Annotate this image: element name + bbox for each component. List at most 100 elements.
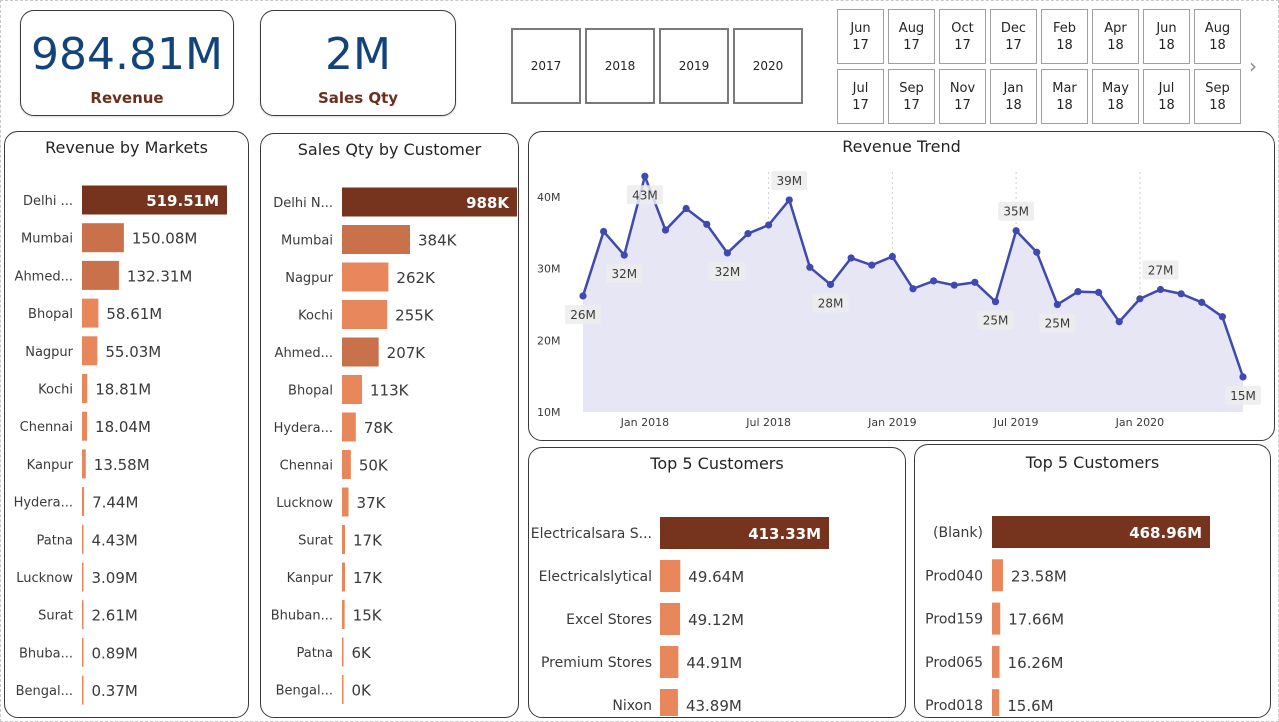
data-label: 988K: [466, 194, 510, 212]
month-button-sep-17[interactable]: Sep 17: [888, 69, 935, 124]
data-point[interactable]: [1156, 285, 1165, 294]
data-label: 262K: [396, 269, 436, 287]
bar[interactable]: [82, 374, 88, 403]
bar[interactable]: [342, 562, 346, 592]
month-button-jul-17[interactable]: Jul 17: [837, 69, 884, 124]
bar[interactable]: [82, 260, 119, 290]
category-label: Kanpur: [287, 571, 334, 586]
bar[interactable]: [342, 450, 351, 479]
year-button-2017[interactable]: 2017: [511, 28, 581, 104]
bar[interactable]: [992, 689, 1000, 716]
data-point[interactable]: [1198, 298, 1206, 306]
data-point[interactable]: [620, 251, 628, 259]
data-point[interactable]: [1095, 288, 1103, 296]
month-button-label: Jul: [852, 81, 869, 96]
data-point[interactable]: [868, 261, 876, 269]
bar[interactable]: [82, 487, 85, 517]
bar[interactable]: [342, 525, 346, 554]
data-label: 27M: [1148, 263, 1174, 277]
data-point[interactable]: [703, 220, 711, 228]
data-point[interactable]: [744, 230, 752, 238]
bar[interactable]: [82, 675, 84, 705]
data-point[interactable]: [579, 292, 587, 300]
bar[interactable]: [82, 637, 84, 667]
month-button-feb-18[interactable]: Feb 18: [1041, 9, 1088, 64]
bar[interactable]: [82, 449, 86, 479]
bar[interactable]: [660, 560, 681, 592]
bar[interactable]: [342, 637, 344, 667]
bar[interactable]: [82, 223, 124, 253]
data-point[interactable]: [1177, 290, 1185, 298]
month-button-jan-18[interactable]: Jan 18: [990, 69, 1037, 124]
data-point[interactable]: [723, 249, 731, 257]
data-point[interactable]: [641, 172, 649, 180]
bar[interactable]: [342, 675, 344, 704]
data-point[interactable]: [991, 298, 1000, 306]
bar[interactable]: [342, 375, 363, 404]
bar[interactable]: [82, 600, 84, 630]
bar[interactable]: [82, 336, 98, 366]
month-button-may-18[interactable]: May 18: [1092, 69, 1139, 124]
month-button-aug-18[interactable]: Aug 18: [1194, 9, 1241, 64]
chevron-right-icon[interactable]: ›: [1249, 54, 1257, 78]
data-point[interactable]: [765, 221, 773, 229]
bar[interactable]: [342, 487, 349, 517]
year-button-2020[interactable]: 2020: [733, 28, 803, 104]
data-point[interactable]: [888, 252, 896, 261]
month-button-jun-18[interactable]: Jun 18: [1143, 9, 1190, 64]
month-button-mar-18[interactable]: Mar 18: [1041, 69, 1088, 124]
bar[interactable]: [82, 524, 84, 554]
data-point[interactable]: [950, 281, 958, 289]
data-point[interactable]: [930, 277, 938, 285]
month-button-aug-17[interactable]: Aug 17: [888, 9, 935, 64]
data-point[interactable]: [1074, 288, 1082, 296]
month-button-jul-18[interactable]: Jul 18: [1143, 69, 1190, 124]
bar[interactable]: [342, 300, 388, 329]
month-button-nov-17[interactable]: Nov 17: [939, 69, 986, 124]
month-button-jun-17[interactable]: Jun 17: [837, 9, 884, 64]
bar[interactable]: [660, 603, 681, 635]
data-point[interactable]: [1012, 227, 1020, 235]
year-button-2018[interactable]: 2018: [585, 28, 655, 104]
month-button-oct-17[interactable]: Oct 17: [939, 9, 986, 64]
bar[interactable]: [82, 411, 88, 441]
bar[interactable]: [660, 646, 679, 678]
bar[interactable]: [992, 645, 1000, 678]
data-point[interactable]: [971, 278, 979, 286]
bar[interactable]: [342, 600, 345, 629]
bar[interactable]: [992, 559, 1003, 592]
category-label: Nagpur: [25, 345, 73, 360]
data-point[interactable]: [1218, 313, 1226, 321]
data-point[interactable]: [847, 254, 855, 262]
month-button-apr-18[interactable]: Apr 18: [1092, 9, 1139, 64]
data-point[interactable]: [1115, 318, 1123, 326]
month-button-sep-18[interactable]: Sep 18: [1194, 69, 1241, 124]
data-point[interactable]: [785, 196, 793, 204]
month-button-label: Sep: [1205, 81, 1230, 96]
bar[interactable]: [992, 602, 1001, 635]
data-label: 32M: [715, 265, 741, 279]
year-button-2019[interactable]: 2019: [659, 28, 729, 104]
category-label: Lucknow: [16, 571, 73, 586]
bar[interactable]: [82, 298, 99, 328]
bar[interactable]: [342, 262, 389, 292]
bar[interactable]: [342, 225, 411, 254]
data-point[interactable]: [1053, 300, 1061, 309]
bar[interactable]: [660, 689, 678, 716]
data-point[interactable]: [1239, 373, 1247, 381]
month-button-dec-17[interactable]: Dec 17: [990, 9, 1037, 64]
data-point[interactable]: [1033, 248, 1041, 256]
data-point[interactable]: [909, 285, 917, 293]
data-point[interactable]: [600, 227, 608, 236]
x-tick-label: Jan 2019: [867, 416, 916, 429]
bar[interactable]: [342, 337, 379, 367]
data-point[interactable]: [1136, 295, 1144, 303]
data-point[interactable]: [682, 204, 690, 213]
data-point[interactable]: [661, 226, 670, 234]
bar[interactable]: [82, 562, 84, 592]
sales-qty-by-customer-title: Sales Qty by Customer: [297, 140, 482, 159]
data-point[interactable]: [826, 280, 835, 289]
data-point[interactable]: [806, 263, 814, 271]
category-label: Excel Stores: [566, 612, 652, 628]
bar[interactable]: [342, 412, 356, 442]
